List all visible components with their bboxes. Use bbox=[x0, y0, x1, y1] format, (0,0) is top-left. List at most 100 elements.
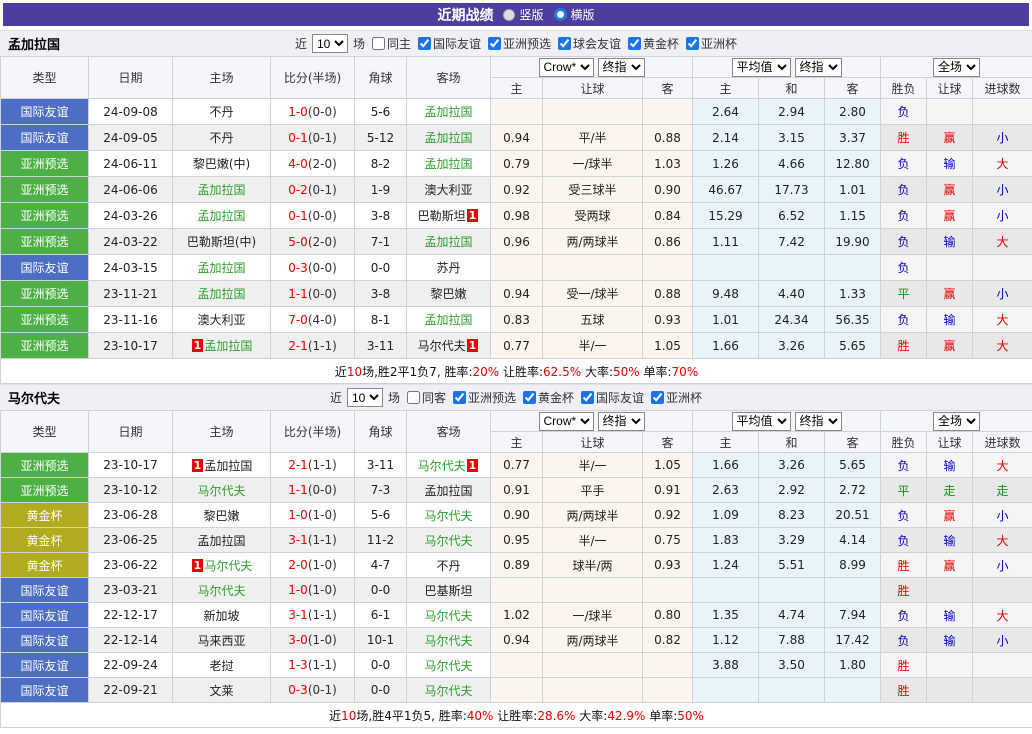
final-odds-select[interactable]: 终指 bbox=[795, 58, 842, 77]
competition-filter[interactable]: 黄金杯 bbox=[518, 389, 574, 406]
halftime-score: (0-0) bbox=[308, 261, 337, 275]
type-badge: 国际友谊 bbox=[1, 255, 89, 281]
result-text: 胜 bbox=[898, 584, 910, 598]
result-winloss: 负 bbox=[881, 203, 927, 229]
avg-home-odds: 1.35 bbox=[693, 603, 759, 628]
corner-cell: 3-11 bbox=[355, 333, 407, 359]
home-team-name: 马尔代夫 bbox=[204, 559, 252, 573]
avg-home-odds bbox=[693, 255, 759, 281]
away-team-name: 孟加拉国 bbox=[424, 157, 472, 171]
avg-away-odds: 5.65 bbox=[825, 333, 881, 359]
fullmatch-select[interactable]: 全场 bbox=[933, 58, 980, 77]
competition-checkbox[interactable] bbox=[651, 391, 664, 404]
score-cell: 5-0(2-0) bbox=[271, 229, 355, 255]
competition-filter[interactable]: 亚洲预选 bbox=[483, 35, 551, 52]
result-winloss: 负 bbox=[881, 177, 927, 203]
match-count-select[interactable]: 10 bbox=[312, 34, 348, 53]
result-text: 负 bbox=[898, 313, 910, 327]
competition-filter[interactable]: 国际友谊 bbox=[413, 35, 481, 52]
avg-draw-odds: 7.42 bbox=[759, 229, 825, 255]
same-venue-filter[interactable]: 同主 bbox=[367, 35, 411, 52]
avg-home-odds: 1.09 bbox=[693, 503, 759, 528]
competition-checkbox[interactable] bbox=[628, 37, 641, 50]
away-team-cell: 马尔代夫1 bbox=[407, 333, 491, 359]
fulltime-score: 3-1 bbox=[288, 608, 308, 622]
avg-home-odds: 15.29 bbox=[693, 203, 759, 229]
away-team-cell: 马尔代夫 bbox=[407, 503, 491, 528]
result-goals: 小 bbox=[973, 628, 1032, 653]
crow-handicap: 受两球 bbox=[543, 203, 643, 229]
final-odds-select[interactable]: 终指 bbox=[598, 58, 645, 77]
layout-radio-horizontal[interactable]: 横版 bbox=[554, 6, 595, 23]
radio-button-icon[interactable] bbox=[503, 9, 515, 21]
date-cell: 22-12-17 bbox=[89, 603, 173, 628]
competition-checkbox[interactable] bbox=[418, 37, 431, 50]
same-venue-checkbox[interactable] bbox=[407, 391, 420, 404]
competition-checkbox[interactable] bbox=[581, 391, 594, 404]
fulltime-score: 2-0 bbox=[288, 558, 308, 572]
fullmatch-group: 全场 bbox=[881, 411, 1032, 432]
final-odds-select[interactable]: 终指 bbox=[598, 412, 645, 431]
home-team-name: 文莱 bbox=[209, 684, 233, 698]
match-row: 国际友谊22-09-24老挝1-3(1-1)0-0马尔代夫3.883.501.8… bbox=[1, 653, 1032, 678]
result-winloss: 负 bbox=[881, 603, 927, 628]
same-venue-checkbox[interactable] bbox=[372, 37, 385, 50]
away-team-cell: 澳大利亚 bbox=[407, 177, 491, 203]
matches-label: 场 bbox=[353, 35, 365, 52]
average-select[interactable]: 平均值 bbox=[732, 58, 791, 77]
fullmatch-select[interactable]: 全场 bbox=[933, 412, 980, 431]
crow-home-odds: 0.91 bbox=[491, 478, 543, 503]
crow-home-odds: 0.83 bbox=[491, 307, 543, 333]
competition-checkbox[interactable] bbox=[453, 391, 466, 404]
away-team-cell: 马尔代夫 bbox=[407, 528, 491, 553]
competition-checkbox[interactable] bbox=[686, 37, 699, 50]
result-winloss: 负 bbox=[881, 255, 927, 281]
competition-filter[interactable]: 黄金杯 bbox=[623, 35, 679, 52]
result-text: 负 bbox=[898, 209, 910, 223]
fulltime-score: 7-0 bbox=[288, 313, 308, 327]
crow-handicap: 平手 bbox=[543, 478, 643, 503]
result-winloss: 胜 bbox=[881, 333, 927, 359]
result-text: 赢 bbox=[944, 183, 956, 197]
radio-button-icon[interactable] bbox=[554, 8, 567, 21]
result-goals: 大 bbox=[973, 307, 1032, 333]
avg-away-odds: 5.65 bbox=[825, 453, 881, 478]
avg-draw-odds: 24.34 bbox=[759, 307, 825, 333]
avg-draw-odds: 4.40 bbox=[759, 281, 825, 307]
competition-filter[interactable]: 球会友谊 bbox=[553, 35, 621, 52]
avg-away-odds: 8.99 bbox=[825, 553, 881, 578]
type-badge: 亚洲预选 bbox=[1, 453, 89, 478]
avg-away-odds: 12.80 bbox=[825, 151, 881, 177]
corner-cell: 1-9 bbox=[355, 177, 407, 203]
competition-checkbox[interactable] bbox=[488, 37, 501, 50]
competition-filter[interactable]: 国际友谊 bbox=[576, 389, 644, 406]
bookmaker-select[interactable]: Crow* bbox=[539, 412, 594, 431]
match-row: 亚洲预选24-06-11黎巴嫩(中)4-0(2-0)8-2孟加拉国0.79一/球… bbox=[1, 151, 1032, 177]
bookmaker-select[interactable]: Crow* bbox=[539, 58, 594, 77]
competition-label: 亚洲杯 bbox=[666, 389, 702, 406]
home-team-cell: 巴勒斯坦(中) bbox=[173, 229, 271, 255]
result-text: 输 bbox=[944, 534, 956, 548]
average-select[interactable]: 平均值 bbox=[732, 412, 791, 431]
competition-filter[interactable]: 亚洲杯 bbox=[646, 389, 702, 406]
avg-away-odds: 1.15 bbox=[825, 203, 881, 229]
result-goals: 大 bbox=[973, 333, 1032, 359]
same-venue-filter[interactable]: 同客 bbox=[402, 389, 446, 406]
halftime-score: (1-0) bbox=[308, 633, 337, 647]
corner-cell: 3-11 bbox=[355, 453, 407, 478]
competition-checkbox[interactable] bbox=[558, 37, 571, 50]
avg-home-odds: 9.48 bbox=[693, 281, 759, 307]
crow-away-odds: 0.88 bbox=[643, 125, 693, 151]
score-cell: 7-0(4-0) bbox=[271, 307, 355, 333]
crow-away-odds: 0.75 bbox=[643, 528, 693, 553]
crow-home-odds: 0.94 bbox=[491, 628, 543, 653]
layout-radio-vertical[interactable]: 竖版 bbox=[503, 6, 543, 23]
competition-filter[interactable]: 亚洲预选 bbox=[448, 389, 516, 406]
result-text: 赢 bbox=[944, 131, 956, 145]
competition-label: 黄金杯 bbox=[643, 35, 679, 52]
competition-filter[interactable]: 亚洲杯 bbox=[681, 35, 737, 52]
match-count-select[interactable]: 10 bbox=[347, 388, 383, 407]
final-odds-select[interactable]: 终指 bbox=[795, 412, 842, 431]
competition-checkbox[interactable] bbox=[523, 391, 536, 404]
result-winloss: 平 bbox=[881, 281, 927, 307]
